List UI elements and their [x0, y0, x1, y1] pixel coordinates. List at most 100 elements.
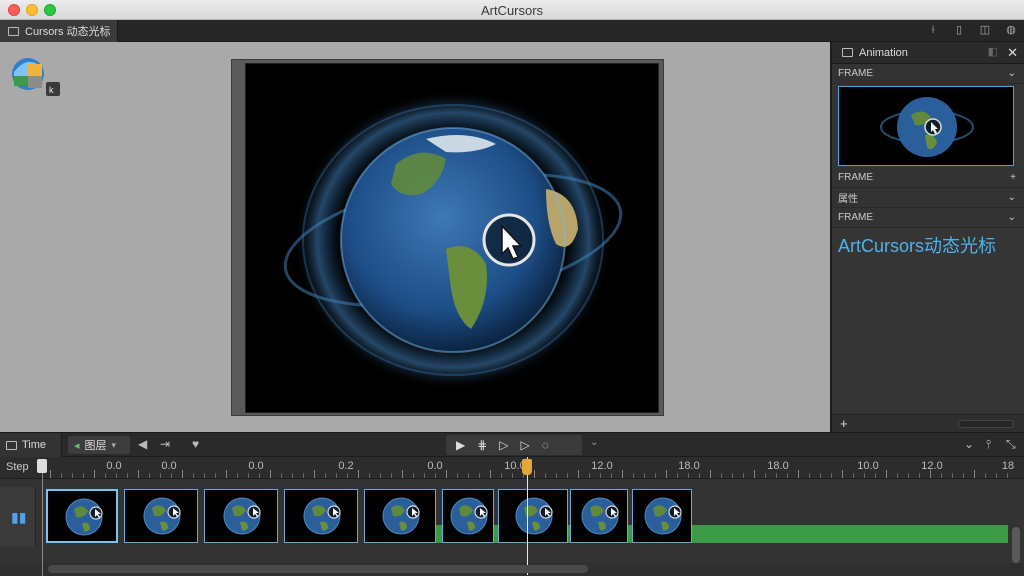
ruler-tick [380, 473, 381, 478]
track-header[interactable]: ▮▮ [0, 487, 36, 547]
vertical-scrollbar[interactable] [1012, 527, 1020, 563]
add-frame-button[interactable]: + [840, 416, 848, 431]
frame-thumbnail[interactable] [442, 489, 494, 543]
ruler-tick [193, 473, 194, 478]
layer-dropdown[interactable]: ◂ 图层 ▾ [68, 436, 130, 454]
next-icon[interactable]: ▷ [521, 438, 530, 452]
ruler-tick [677, 473, 678, 478]
frame-thumbnail[interactable] [46, 489, 118, 543]
globe-cursor-icon [303, 497, 341, 535]
ruler-tick [358, 470, 359, 478]
frame-thumbnail[interactable] [204, 489, 278, 543]
ruler-tick [105, 473, 106, 478]
ruler-tick [149, 473, 150, 478]
ruler-tick [974, 470, 975, 478]
time-ruler[interactable]: Step 0.0 0.0 0.0 0.2 0.0 10.0 12.0 18.0 18.0 10.0… [0, 457, 1024, 479]
ruler-tick [72, 473, 73, 478]
globe-cursor-icon [143, 497, 181, 535]
prev-icon[interactable]: ◀ [138, 437, 147, 451]
properties-row[interactable]: 属性 ⌄ [832, 188, 1024, 208]
frame-section-row[interactable]: FRAME ⌄ [832, 64, 1024, 84]
close-icon[interactable]: ✕ [1007, 45, 1018, 61]
heart-icon[interactable]: ♥ [192, 437, 199, 451]
stage-frame [231, 59, 664, 416]
ruler-tick [875, 473, 876, 478]
ruler-tick [853, 473, 854, 478]
frame-row-2[interactable]: FRAME ⌄ [832, 208, 1024, 228]
track-area: ▮▮ [0, 479, 1024, 563]
track-layer-icon: ▮▮ [11, 509, 27, 525]
start-marker[interactable] [37, 459, 47, 473]
ruler-tick [930, 470, 931, 478]
ruler-tick [688, 473, 689, 478]
ruler-tick [754, 470, 755, 478]
ruler-tick-label: 0.2 [338, 460, 354, 472]
ruler-tick [160, 473, 161, 478]
ruler-tick [391, 473, 392, 478]
timeline-toolbar: Time ◂ 图层 ▾ ◀ ⇥ ♥ ⌄ ⫯ ⤡ ▶ ⋕ ▷ ▷ ◌ ⌄ [0, 433, 1024, 457]
ruler-tick [809, 473, 810, 478]
document-tab[interactable]: Cursors 动态光标 [0, 20, 118, 42]
ruler-tick [600, 473, 601, 478]
ruler-tick [842, 470, 843, 478]
panel-options-icon[interactable]: ◧ [988, 45, 998, 58]
add-icon[interactable]: + [1010, 172, 1016, 183]
animation-panel: Animation ◧ ✕ FRAME ⌄ FRAME + 属性 ⌄ FRAME… [830, 42, 1024, 432]
frame-thumbnail[interactable] [570, 489, 628, 543]
brand-text: ArtCursors动态光标 [838, 236, 997, 256]
globe-icon[interactable]: ◍ [1004, 23, 1018, 37]
loop-icon[interactable]: ⋕ [477, 438, 487, 452]
globe-cursor-icon [65, 498, 103, 536]
globe-cursor-icon [223, 497, 261, 535]
play-icon[interactable]: ▶ [456, 438, 465, 452]
frame-row[interactable]: FRAME + [832, 168, 1024, 188]
ruler-tick [710, 470, 711, 478]
ruler-tick [490, 470, 491, 478]
ruler-tick [952, 473, 953, 478]
horizontal-scrollbar[interactable] [48, 565, 588, 573]
ruler-tick [545, 473, 546, 478]
frame-thumbnail[interactable] [632, 489, 692, 543]
split-view-icon[interactable]: ◫ [978, 23, 992, 37]
ruler-tick [622, 470, 623, 478]
frame-preview[interactable] [838, 86, 1014, 166]
fit-icon[interactable]: ⫯ [986, 437, 991, 452]
ruler-tick [83, 473, 84, 478]
collapse-icon[interactable]: ⤡ [1006, 437, 1016, 452]
pin-icon[interactable]: ⟊ [926, 23, 940, 37]
playhead-handle[interactable] [522, 459, 532, 475]
frame-thumbnail[interactable] [124, 489, 198, 543]
ruler-tick [666, 470, 667, 478]
stage-canvas[interactable] [245, 63, 659, 413]
ruler-tick [963, 473, 964, 478]
play-outline-icon[interactable]: ▷ [499, 438, 508, 452]
ruler-tick [435, 473, 436, 478]
ruler-tick-label: 18 [1001, 460, 1015, 472]
panel-footer: + [832, 414, 1024, 432]
ruler-tick [259, 473, 260, 478]
chevron-down-icon[interactable]: ⌄ [964, 437, 974, 451]
chevron-down-icon[interactable]: ⌄ [590, 437, 598, 448]
frame-thumbnail[interactable] [364, 489, 436, 543]
panel-header: Animation ◧ ✕ [832, 42, 1024, 64]
timeline-tab[interactable]: Time [0, 433, 62, 457]
record-icon[interactable]: ◌ [542, 438, 549, 452]
ruler-tick [820, 473, 821, 478]
ruler-tick [1007, 473, 1008, 478]
layout-icon[interactable]: ▯ [952, 23, 966, 37]
timeline-icon [6, 440, 17, 450]
ruler-tick [281, 473, 282, 478]
ruler-tick-label: 18.0 [678, 460, 700, 472]
ruler-tick [831, 473, 832, 478]
chevron-down-icon[interactable]: ⌄ [1008, 68, 1016, 79]
frame-thumbnail[interactable] [284, 489, 358, 543]
step-icon[interactable]: ⇥ [160, 437, 170, 451]
panel-title: Animation [859, 46, 908, 59]
panel-scrollbar[interactable] [958, 420, 1014, 428]
frame-thumbnail[interactable] [498, 489, 568, 543]
canvas-area: k [0, 42, 830, 432]
chevron-down-icon[interactable]: ⌄ [1008, 212, 1016, 223]
earth-cursor-artwork [283, 90, 623, 390]
chevron-down-icon[interactable]: ⌄ [1008, 192, 1016, 203]
ruler-tick [457, 473, 458, 478]
